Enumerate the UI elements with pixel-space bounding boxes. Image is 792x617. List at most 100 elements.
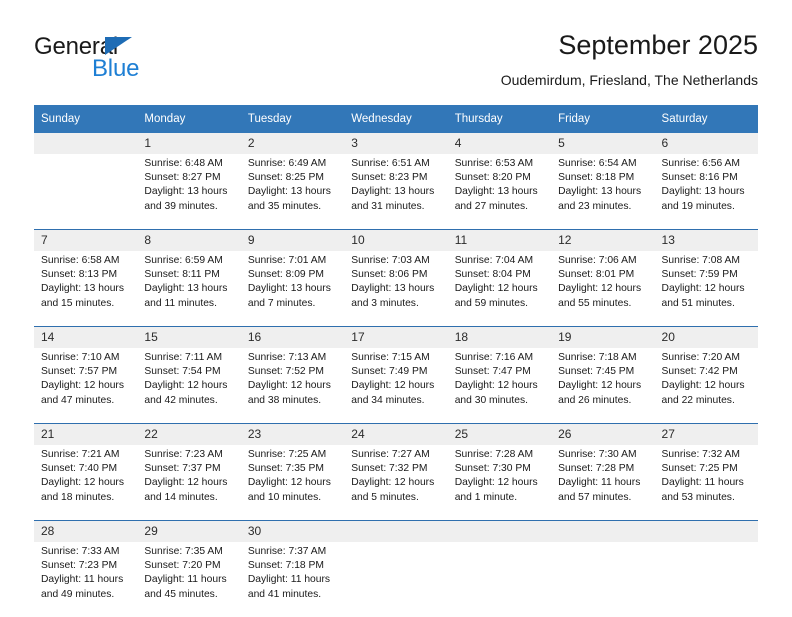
logo-text-blue: Blue	[92, 55, 140, 82]
day-number[interactable]: 26	[551, 423, 655, 445]
daylight-text-line2: and 5 minutes.	[351, 491, 419, 503]
daylight-text-line1: Daylight: 12 hours	[661, 380, 745, 392]
day-number[interactable]: 6	[654, 133, 758, 154]
day-number[interactable]: 10	[344, 229, 448, 251]
daylight-text-line2: and 34 minutes.	[351, 394, 425, 406]
day-number[interactable]: 19	[551, 326, 655, 348]
daylight-text-line2: and 19 minutes.	[661, 200, 735, 212]
day-number[interactable]: 27	[654, 423, 758, 445]
day-number[interactable]: 7	[34, 229, 138, 251]
sunset-text: Sunset: 7:23 PM	[41, 560, 118, 572]
daylight-text-line1: Daylight: 11 hours	[144, 574, 227, 586]
weekday-header-sunday: Sunday	[34, 105, 138, 133]
daylight-text-line1: Daylight: 12 hours	[144, 477, 228, 489]
day-cell: Sunrise: 7:23 AM Sunset: 7:37 PM Dayligh…	[137, 445, 241, 521]
day-number[interactable]: 13	[654, 229, 758, 251]
sunrise-text: Sunrise: 7:10 AM	[41, 352, 120, 363]
weekday-header-wednesday: Wednesday	[344, 105, 448, 133]
day-number[interactable]: 23	[240, 423, 345, 445]
daylight-text-line2: and 11 minutes.	[144, 297, 217, 309]
day-cell: Sunrise: 7:15 AM Sunset: 7:49 PM Dayligh…	[344, 348, 448, 424]
sunrise-text: Sunrise: 7:15 AM	[351, 352, 430, 363]
sunrise-text: Sunrise: 7:18 AM	[558, 352, 637, 363]
calendar-header-row: Sunday Monday Tuesday Wednesday Thursday…	[34, 105, 758, 133]
sunrise-text: Sunrise: 7:11 AM	[144, 352, 223, 363]
day-cell: Sunrise: 7:10 AM Sunset: 7:57 PM Dayligh…	[34, 348, 138, 424]
day-number[interactable]: 8	[137, 229, 241, 251]
generalblue-logo[interactable]: General Blue	[34, 34, 214, 92]
day-cell: Sunrise: 6:49 AM Sunset: 8:25 PM Dayligh…	[240, 154, 345, 230]
daylight-text-line2: and 27 minutes.	[454, 200, 528, 212]
sunrise-text: Sunrise: 7:13 AM	[247, 352, 327, 363]
day-cell: Sunrise: 7:21 AM Sunset: 7:40 PM Dayligh…	[34, 445, 138, 521]
week-daynum-row: 21 22 23 24 25 26 27	[34, 423, 758, 445]
day-number[interactable]: 30	[240, 520, 345, 542]
sunrise-text: Sunrise: 6:54 AM	[558, 158, 637, 169]
sunset-text: Sunset: 7:40 PM	[41, 463, 118, 475]
day-number[interactable]	[34, 133, 138, 154]
day-number[interactable]: 18	[447, 326, 552, 348]
day-number[interactable]: 11	[447, 229, 552, 251]
day-number[interactable]: 22	[137, 423, 241, 445]
day-number[interactable]	[551, 520, 655, 542]
day-cell: Sunrise: 6:51 AM Sunset: 8:23 PM Dayligh…	[344, 154, 448, 230]
day-cell	[447, 542, 552, 617]
day-number[interactable]: 5	[551, 133, 655, 154]
day-number[interactable]: 3	[344, 133, 448, 154]
daylight-text-line1: Daylight: 13 hours	[41, 283, 124, 295]
day-number[interactable]: 16	[240, 326, 345, 348]
day-cell: Sunrise: 7:18 AM Sunset: 7:45 PM Dayligh…	[551, 348, 655, 424]
day-number[interactable]: 15	[137, 326, 241, 348]
day-number[interactable]: 2	[240, 133, 345, 154]
day-number[interactable]: 28	[34, 520, 138, 542]
sunset-text: Sunset: 8:20 PM	[454, 172, 531, 184]
daylight-text-line1: Daylight: 11 hours	[661, 477, 744, 489]
day-number[interactable]	[654, 520, 758, 542]
day-cell: Sunrise: 7:32 AM Sunset: 7:25 PM Dayligh…	[654, 445, 758, 521]
sunrise-text: Sunrise: 7:25 AM	[247, 449, 327, 460]
sunset-text: Sunset: 7:35 PM	[247, 463, 324, 475]
daylight-text-line1: Daylight: 12 hours	[41, 380, 124, 392]
daylight-text-line1: Daylight: 11 hours	[41, 574, 124, 586]
sunset-text: Sunset: 7:59 PM	[661, 269, 738, 281]
day-number[interactable]: 17	[344, 326, 448, 348]
day-number[interactable]: 20	[654, 326, 758, 348]
calendar-page: General Blue September 2025 Oudemirdum, …	[0, 0, 792, 617]
week-daynum-row: 1 2 3 4 5 6	[34, 133, 758, 154]
sunset-text: Sunset: 8:04 PM	[454, 269, 531, 281]
day-number[interactable]: 9	[240, 229, 345, 251]
daylight-text-line2: and 55 minutes.	[558, 297, 632, 309]
sunset-text: Sunset: 7:25 PM	[661, 463, 738, 475]
daylight-text-line2: and 39 minutes.	[144, 200, 218, 212]
sunrise-text: Sunrise: 7:35 AM	[144, 546, 223, 557]
day-number[interactable]: 1	[137, 133, 241, 154]
weekday-header-monday: Monday	[137, 105, 241, 133]
day-cell: Sunrise: 7:08 AM Sunset: 7:59 PM Dayligh…	[654, 251, 758, 327]
day-cell	[551, 542, 655, 617]
sunrise-text: Sunrise: 6:59 AM	[144, 255, 223, 266]
day-number[interactable]: 24	[344, 423, 448, 445]
sunrise-text: Sunrise: 7:01 AM	[247, 255, 327, 266]
weekday-header-tuesday: Tuesday	[240, 105, 345, 133]
daylight-text-line2: and 22 minutes.	[661, 394, 735, 406]
sunrise-text: Sunrise: 7:06 AM	[558, 255, 637, 266]
daylight-text-line2: and 7 minutes.	[247, 297, 316, 309]
day-number[interactable]: 25	[447, 423, 552, 445]
daylight-text-line2: and 38 minutes.	[247, 394, 322, 406]
day-number[interactable]: 21	[34, 423, 138, 445]
day-number[interactable]: 12	[551, 229, 655, 251]
calendar-table: Sunday Monday Tuesday Wednesday Thursday…	[34, 105, 758, 617]
day-number[interactable]: 14	[34, 326, 138, 348]
daylight-text-line1: Daylight: 12 hours	[351, 380, 435, 392]
week-daynum-row: 28 29 30	[34, 520, 758, 542]
week-info-row: Sunrise: 7:21 AM Sunset: 7:40 PM Dayligh…	[34, 445, 758, 521]
sunrise-text: Sunrise: 7:04 AM	[454, 255, 534, 266]
sunrise-text: Sunrise: 6:49 AM	[247, 158, 327, 169]
sunrise-text: Sunrise: 6:53 AM	[454, 158, 534, 169]
day-number[interactable]: 4	[447, 133, 552, 154]
day-number[interactable]	[344, 520, 448, 542]
weekday-header-saturday: Saturday	[654, 105, 758, 133]
day-number[interactable]: 29	[137, 520, 241, 542]
day-number[interactable]	[447, 520, 552, 542]
daylight-text-line1: Daylight: 12 hours	[454, 477, 538, 489]
